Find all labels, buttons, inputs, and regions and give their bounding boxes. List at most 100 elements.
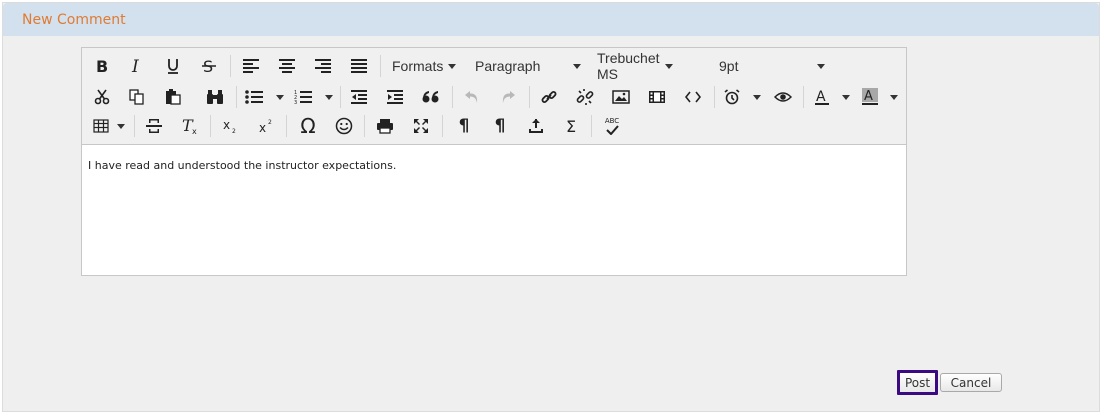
source-code-button[interactable]: [681, 83, 705, 111]
remove-link-button[interactable]: [573, 83, 597, 111]
chevron-down-icon: [753, 94, 761, 100]
svg-text:A: A: [864, 89, 873, 104]
editor-content[interactable]: I have read and understood the instructo…: [82, 145, 906, 186]
svg-text:3: 3: [294, 100, 297, 105]
numbered-list-options[interactable]: [320, 83, 333, 111]
toolbar-separator: [286, 115, 287, 137]
insert-anchor-button[interactable]: [524, 112, 548, 140]
italic-icon: I: [131, 58, 139, 74]
background-color-button[interactable]: A: [859, 83, 881, 111]
clear-formatting-icon: Tx: [182, 117, 197, 135]
binoculars-icon: [207, 90, 223, 104]
insert-datetime-button[interactable]: [721, 83, 743, 111]
insert-formula-button[interactable]: Σ: [559, 112, 583, 140]
font-size-dropdown[interactable]: 9pt: [719, 52, 825, 80]
subscript-button[interactable]: x2: [218, 112, 242, 140]
highlight-color-icon: A: [862, 88, 878, 105]
align-left-button[interactable]: [239, 52, 263, 80]
numbered-list-button[interactable]: 123: [292, 83, 314, 111]
svg-text:A: A: [816, 89, 826, 105]
svg-text:B: B: [96, 58, 108, 74]
strikethrough-button[interactable]: S: [197, 52, 221, 80]
superscript-button[interactable]: x2: [254, 112, 278, 140]
pilcrow-icon: ¶: [458, 116, 470, 136]
link-icon: [541, 91, 557, 103]
align-center-button[interactable]: [275, 52, 299, 80]
toolbar-separator: [230, 55, 231, 77]
toolbar-separator: [452, 86, 453, 108]
outdent-button[interactable]: [347, 83, 371, 111]
undo-button[interactable]: [460, 83, 484, 111]
chevron-down-icon: [664, 63, 673, 69]
insert-table-button[interactable]: [90, 112, 112, 140]
panel-header: New Comment: [3, 3, 1099, 36]
justify-button[interactable]: [347, 52, 371, 80]
bullet-list-options[interactable]: [271, 83, 284, 111]
fullscreen-button[interactable]: [409, 112, 433, 140]
toolbar-separator: [210, 115, 211, 137]
insert-image-button[interactable]: [609, 83, 633, 111]
comment-text: I have read and understood the instructo…: [88, 159, 397, 172]
undo-icon: [465, 91, 478, 103]
italic-button[interactable]: I: [125, 52, 149, 80]
outdent-icon: [351, 90, 367, 104]
checkmark-icon: [606, 125, 619, 135]
bold-button[interactable]: B: [90, 52, 114, 80]
post-button[interactable]: Post: [897, 370, 938, 395]
redo-button[interactable]: [496, 83, 520, 111]
horizontal-rule-button[interactable]: [142, 112, 166, 140]
indent-icon: [387, 90, 403, 104]
cut-button[interactable]: [90, 83, 114, 111]
indent-button[interactable]: [383, 83, 407, 111]
find-replace-button[interactable]: [203, 83, 227, 111]
clear-formatting-button[interactable]: Tx: [178, 112, 202, 140]
pilcrow-icon: ¶: [494, 116, 506, 136]
text-color-options[interactable]: [837, 83, 850, 111]
datetime-options[interactable]: [748, 83, 761, 111]
insert-media-button[interactable]: [645, 83, 669, 111]
chevron-down-icon: [117, 123, 125, 129]
block-format-dropdown[interactable]: Paragraph: [475, 52, 581, 80]
toolbar-separator: [236, 86, 237, 108]
toolbar-separator: [340, 86, 341, 108]
text-color-button[interactable]: A: [811, 83, 833, 111]
toolbar-separator: [714, 86, 715, 108]
underline-button[interactable]: [161, 52, 185, 80]
fullscreen-icon: [414, 119, 428, 133]
spellcheck-button[interactable]: ABC: [600, 112, 624, 140]
font-family-dropdown[interactable]: Trebuchet MS: [597, 50, 673, 82]
paste-button[interactable]: [161, 83, 185, 111]
numbered-list-icon: 123: [294, 90, 312, 105]
film-icon: [649, 91, 665, 103]
text-color-icon: A: [815, 89, 829, 105]
omega-icon: Ω: [300, 114, 316, 138]
toolbar-separator: [591, 115, 592, 137]
formats-dropdown[interactable]: Formats: [392, 52, 457, 80]
preview-button[interactable]: [771, 83, 795, 111]
emoticons-button[interactable]: [332, 112, 356, 140]
block-format-value: Paragraph: [475, 58, 541, 74]
toolbar-separator: [380, 55, 381, 77]
special-character-button[interactable]: Ω: [295, 112, 321, 140]
print-button[interactable]: [373, 112, 397, 140]
sigma-icon: Σ: [565, 116, 577, 136]
background-color-options[interactable]: [885, 83, 898, 111]
scissors-icon: [94, 89, 110, 105]
underline-icon: [168, 59, 178, 74]
copy-button[interactable]: [125, 83, 149, 111]
insert-link-button[interactable]: [537, 83, 561, 111]
chevron-down-icon: [817, 64, 825, 69]
svg-text:x: x: [223, 118, 230, 132]
bullet-list-button[interactable]: [243, 83, 265, 111]
blockquote-button[interactable]: [419, 83, 443, 111]
cancel-button[interactable]: Cancel: [940, 373, 1002, 392]
svg-text:I: I: [131, 58, 139, 74]
chevron-down-icon: [890, 94, 898, 100]
show-blocks-button[interactable]: ¶: [452, 112, 476, 140]
align-right-button[interactable]: [311, 52, 335, 80]
show-invisibles-button[interactable]: ¶: [488, 112, 512, 140]
toolbar-separator: [803, 86, 804, 108]
bullet-list-icon: [245, 90, 263, 104]
strikethrough-icon: S: [202, 57, 216, 75]
table-options[interactable]: [112, 112, 125, 140]
